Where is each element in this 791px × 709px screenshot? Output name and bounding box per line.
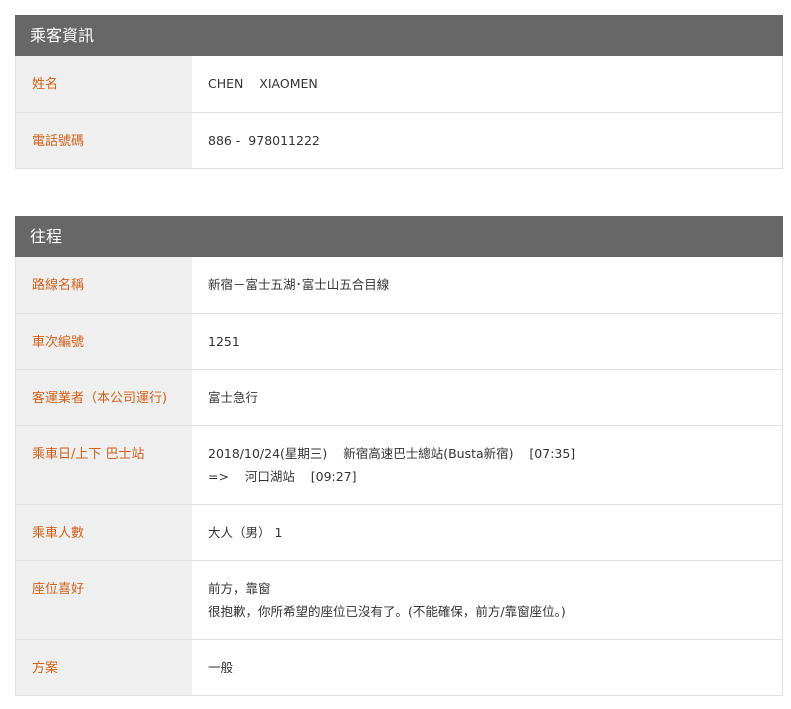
outbound-trip-table: 路線名稱 新宿－富士五湖･富士山五合目線 車次編號 1251 客運業者（本公司運… [15,257,783,696]
name-row: 姓名 CHEN XIAOMEN [16,56,782,112]
seat-preference-note: 很抱歉，你所希望的座位已沒有了。(不能確保，前方/靠窗座位。) [208,604,566,619]
plan-value: 一般 [208,660,234,675]
route-name-value: 新宿－富士五湖･富士山五合目線 [208,277,390,292]
operator-value: 富士急行 [208,390,259,405]
boarding-arrival-line: => 河口湖站 [09:27] [208,469,357,484]
route-name-label: 路線名稱 [16,257,192,313]
passenger-count-value: 大人（男） 1 [208,525,283,540]
operator-label: 客運業者（本公司運行) [16,370,192,425]
plan-label: 方案 [16,640,192,695]
boarding-date-stops-label: 乘車日/上下 巴士站 [16,426,192,504]
boarding-date-stops-row: 乘車日/上下 巴士站 2018/10/24(星期三) 新宿高速巴士總站(Bust… [16,425,782,504]
passenger-count-row: 乘車人數 大人（男） 1 [16,504,782,560]
trip-number-row: 車次編號 1251 [16,313,782,369]
plan-row: 方案 一般 [16,639,782,695]
outbound-trip-header: 往程 [15,216,783,257]
phone-row: 電話號碼 886 - 978011222 [16,112,782,168]
passenger-info-header: 乘客資訊 [15,15,783,56]
name-value: CHEN XIAOMEN [208,76,318,91]
passenger-count-label: 乘車人數 [16,505,192,560]
seat-preference-label: 座位喜好 [16,561,192,639]
name-label: 姓名 [16,56,192,112]
seat-preference-choice: 前方，靠窗 [208,581,271,596]
phone-label: 電話號碼 [16,113,192,168]
passenger-info-section: 乘客資訊 姓名 CHEN XIAOMEN 電話號碼 886 - 97801122… [15,15,783,169]
boarding-departure-line: 2018/10/24(星期三) 新宿高速巴士總站(Busta新宿) [07:35… [208,446,576,461]
seat-preference-row: 座位喜好 前方，靠窗 很抱歉，你所希望的座位已沒有了。(不能確保，前方/靠窗座位… [16,560,782,639]
route-name-row: 路線名稱 新宿－富士五湖･富士山五合目線 [16,257,782,313]
operator-row: 客運業者（本公司運行) 富士急行 [16,369,782,425]
phone-value: 886 - 978011222 [208,133,320,148]
boarding-date-stops-value: 2018/10/24(星期三) 新宿高速巴士總站(Busta新宿) [07:35… [192,426,782,504]
passenger-info-table: 姓名 CHEN XIAOMEN 電話號碼 886 - 978011222 [15,56,783,169]
seat-preference-value: 前方，靠窗 很抱歉，你所希望的座位已沒有了。(不能確保，前方/靠窗座位。) [192,561,782,639]
trip-number-value: 1251 [208,334,240,349]
outbound-trip-section: 往程 路線名稱 新宿－富士五湖･富士山五合目線 車次編號 1251 客運業者（本… [15,216,783,696]
trip-number-label: 車次編號 [16,314,192,369]
